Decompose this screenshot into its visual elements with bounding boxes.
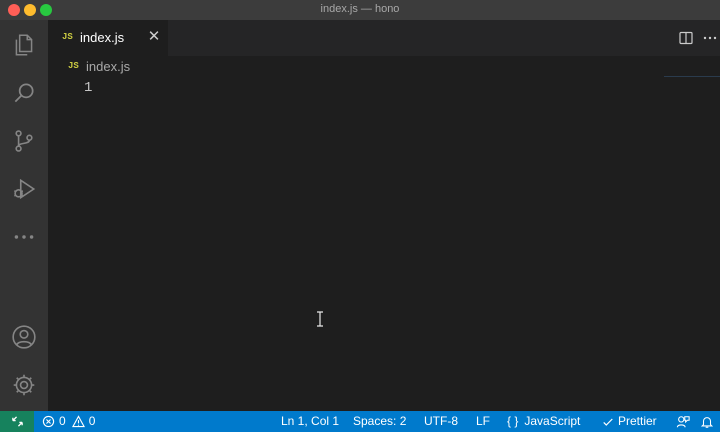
indentation-setting[interactable]: Spaces: 2 — [353, 415, 406, 428]
text-cursor-icon — [317, 311, 323, 327]
language-label: JavaScript — [524, 414, 581, 428]
feedback-icon — [676, 416, 690, 428]
bell-icon — [700, 417, 714, 428]
scroll-shadow — [664, 76, 720, 77]
cursor-position[interactable]: Ln 1, Col 1 — [281, 415, 339, 428]
javascript-file-icon: JS — [68, 61, 79, 71]
breadcrumb: JS index.js — [48, 56, 720, 78]
more-actions-icon[interactable] — [702, 30, 718, 46]
title-bar: index.js — hono — [0, 0, 720, 20]
search-icon[interactable] — [9, 78, 39, 108]
status-bar: 0 0 Ln 1, Col 1 Spaces: 2 UTF-8 LF { } J… — [0, 411, 720, 432]
run-debug-icon[interactable] — [9, 174, 39, 204]
notifications-button[interactable] — [700, 415, 718, 429]
source-control-icon[interactable] — [9, 126, 39, 156]
error-icon — [42, 415, 55, 428]
files-icon[interactable] — [9, 30, 39, 60]
problems-indicator[interactable]: 0 0 — [42, 415, 95, 428]
prettier-status[interactable]: Prettier — [602, 415, 657, 428]
more-icon[interactable] — [9, 222, 39, 252]
javascript-file-icon: JS — [62, 32, 73, 42]
language-mode[interactable]: { } JavaScript — [507, 415, 580, 428]
error-count: 0 — [59, 414, 66, 428]
braces-icon: { } — [507, 414, 519, 428]
close-tab-icon[interactable]: ✕ — [146, 29, 162, 45]
feedback-button[interactable] — [676, 415, 694, 429]
window-title: index.js — hono — [320, 3, 400, 15]
remote-indicator[interactable] — [0, 411, 34, 432]
eol-setting[interactable]: LF — [476, 415, 490, 428]
tab-bar: JS index.js ✕ — [48, 20, 720, 56]
tab-index-js[interactable]: JS index.js ✕ — [48, 20, 168, 56]
account-icon[interactable] — [9, 322, 39, 352]
warning-icon — [71, 415, 85, 428]
editor-area[interactable]: 1 — [48, 78, 720, 411]
warning-count: 0 — [88, 414, 96, 428]
formatter-label: Prettier — [618, 414, 657, 428]
breadcrumb-file[interactable]: index.js — [86, 59, 130, 74]
line-number: 1 — [84, 80, 93, 96]
check-icon — [603, 418, 613, 426]
activity-bar — [0, 20, 48, 411]
tab-label: index.js — [80, 30, 125, 45]
split-editor-icon[interactable] — [678, 30, 694, 46]
encoding-setting[interactable]: UTF-8 — [424, 415, 458, 428]
remote-icon — [11, 416, 23, 427]
settings-gear-icon[interactable] — [9, 370, 39, 400]
